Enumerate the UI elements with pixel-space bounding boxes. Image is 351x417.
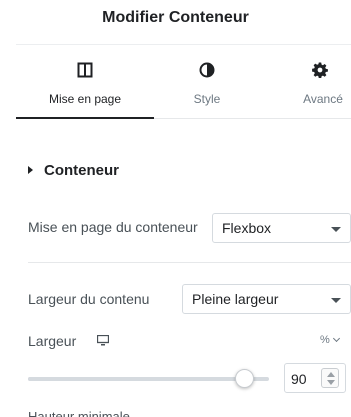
width-number-input[interactable]: 90 (284, 363, 346, 393)
content-width-label: Largeur du contenu (28, 291, 150, 307)
tab-layout-label: Mise en page (48, 92, 122, 106)
section-divider (28, 262, 351, 263)
tabs-divider (154, 118, 351, 119)
width-slider-fill (28, 377, 245, 381)
unit-selector[interactable]: % (320, 334, 340, 346)
width-slider-track[interactable] (28, 377, 269, 381)
min-height-label: Hauteur minimale (28, 409, 130, 417)
stepper-control[interactable] (321, 368, 339, 388)
section-title: Conteneur (44, 161, 119, 179)
unit-value: % (320, 334, 330, 346)
panel-header: Modifier Conteneur (0, 0, 351, 40)
monitor-icon[interactable] (97, 335, 109, 346)
container-layout-value: Flexbox (222, 220, 272, 236)
gear-icon (312, 62, 328, 78)
stepper-up-icon (327, 372, 335, 377)
container-layout-label: Mise en page du conteneur (28, 219, 198, 235)
section-toggle-container[interactable]: Conteneur (28, 160, 119, 180)
width-label: Largeur (28, 333, 77, 349)
tab-bar: Mise en page Style Avancé (16, 56, 351, 119)
tab-advanced-label: Avancé (303, 92, 343, 106)
tab-advanced[interactable]: Avancé (260, 56, 351, 119)
panel-title: Modifier Conteneur (102, 9, 249, 26)
half-circle-icon (199, 62, 215, 78)
chevron-down-icon (332, 334, 340, 343)
stepper-down-icon (327, 380, 335, 385)
tab-style-label: Style (193, 92, 221, 106)
chevron-down-icon (331, 298, 341, 303)
columns-icon (77, 62, 93, 78)
width-slider-handle[interactable] (235, 369, 255, 388)
chevron-down-icon (331, 227, 341, 232)
content-width-select[interactable]: Pleine largeur (182, 284, 351, 314)
tab-layout[interactable]: Mise en page (16, 56, 154, 119)
content-width-value: Pleine largeur (192, 291, 279, 307)
active-tab-indicator (16, 117, 154, 119)
header-divider (16, 44, 351, 45)
caret-right-icon (28, 166, 33, 174)
width-value: 90 (291, 371, 307, 387)
container-layout-select[interactable]: Flexbox (212, 213, 351, 243)
tab-style[interactable]: Style (154, 56, 260, 119)
